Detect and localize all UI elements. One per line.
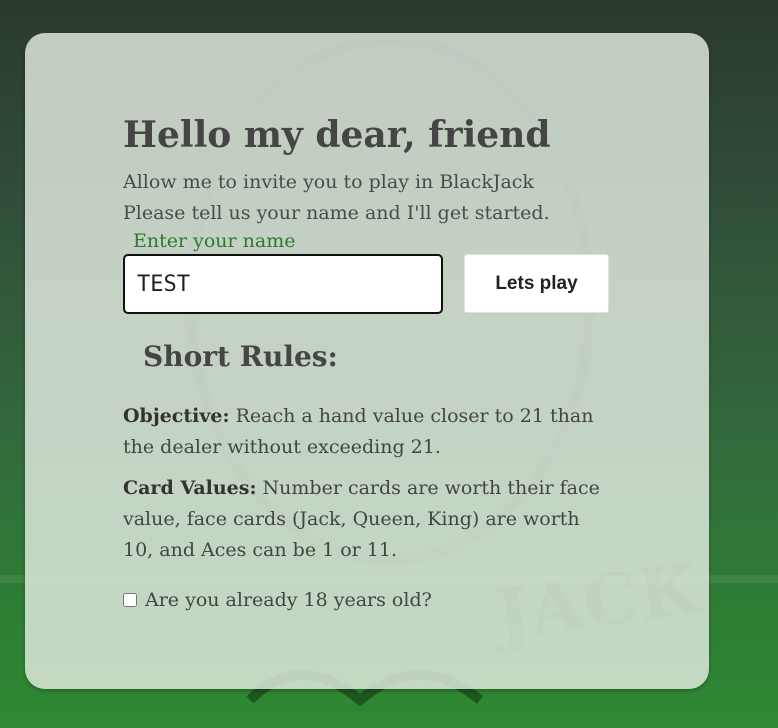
rule-objective: Objective: Reach a hand value closer to … (123, 401, 603, 463)
age-check-row[interactable]: Are you already 18 years old? (123, 589, 613, 611)
welcome-content: Hello my dear, friend Allow me to invite… (123, 111, 613, 611)
welcome-card: Hello my dear, friend Allow me to invite… (25, 33, 709, 689)
age-checkbox[interactable] (123, 593, 137, 607)
lets-play-button[interactable]: Lets play (464, 254, 609, 313)
rule-objective-label: Objective: (123, 405, 230, 427)
welcome-line-1: Allow me to invite you to play in BlackJ… (123, 171, 534, 193)
rule-card-values: Card Values: Number cards are worth thei… (123, 473, 603, 566)
age-check-label: Are you already 18 years old? (145, 589, 432, 611)
welcome-line-2: Please tell us your name and I'll get st… (123, 202, 550, 224)
rules-title: Short Rules: (143, 340, 338, 373)
welcome-message: Allow me to invite you to play in BlackJ… (123, 167, 613, 229)
name-input[interactable] (123, 254, 443, 314)
name-form: Lets play (123, 253, 613, 314)
page-title: Hello my dear, friend (123, 114, 551, 156)
rule-card-values-label: Card Values: (123, 477, 257, 499)
name-field-label: Enter your name (133, 230, 296, 252)
